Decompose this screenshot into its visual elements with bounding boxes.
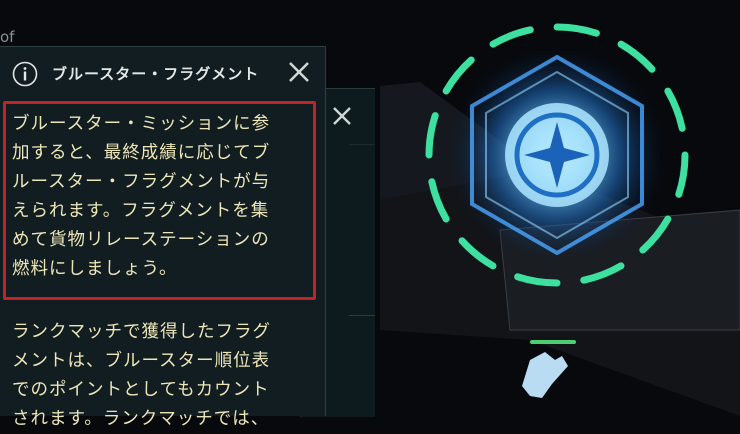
text-line: されます。ランクマッチでは、	[12, 409, 270, 429]
tooltip-ranked-note: ランクマッチで獲得したフラグ メントは、ブルースター順位表 でのポイントとしても…	[12, 318, 312, 434]
text-line: めて貨物リレーステーションの	[12, 230, 270, 250]
close-icon[interactable]	[331, 105, 353, 127]
tooltip-header: ブルースター・フラグメント	[0, 47, 325, 99]
panel-divider	[349, 144, 375, 145]
text-line: 加すると、最終成績に応じてブ	[12, 143, 271, 163]
selection-indicator	[530, 340, 576, 344]
tooltip-description: ブルースター・ミッションに参 加すると、最終成績に応じてブ ルースター・フラグメ…	[12, 110, 312, 284]
emblem-core	[449, 47, 665, 263]
info-icon	[12, 61, 38, 87]
text-line: 燃料にしましょう。	[12, 259, 178, 279]
tooltip-title: ブルースター・フラグメント	[52, 65, 260, 83]
text-line: でのポイントとしてもカウント	[12, 380, 270, 400]
text-line: ブルースター・ミッションに参	[12, 114, 271, 134]
text-line: ランクマッチで獲得したフラグ	[12, 322, 271, 342]
cargo-ship-icon	[522, 352, 568, 398]
text-line: ルースター・フラグメントが与	[12, 172, 271, 192]
text-line: えられます。フラグメントを集	[12, 201, 270, 221]
text-line: メントは、ブルースター順位表	[12, 351, 271, 371]
blue-star-emblem-art	[380, 23, 740, 416]
background-partial-text: of	[0, 28, 15, 46]
close-icon[interactable]	[286, 59, 312, 85]
info-tooltip: ブルースター・フラグメント ブルースター・ミッションに参 加すると、最終成績に応…	[0, 46, 326, 429]
panel-divider	[349, 315, 375, 316]
